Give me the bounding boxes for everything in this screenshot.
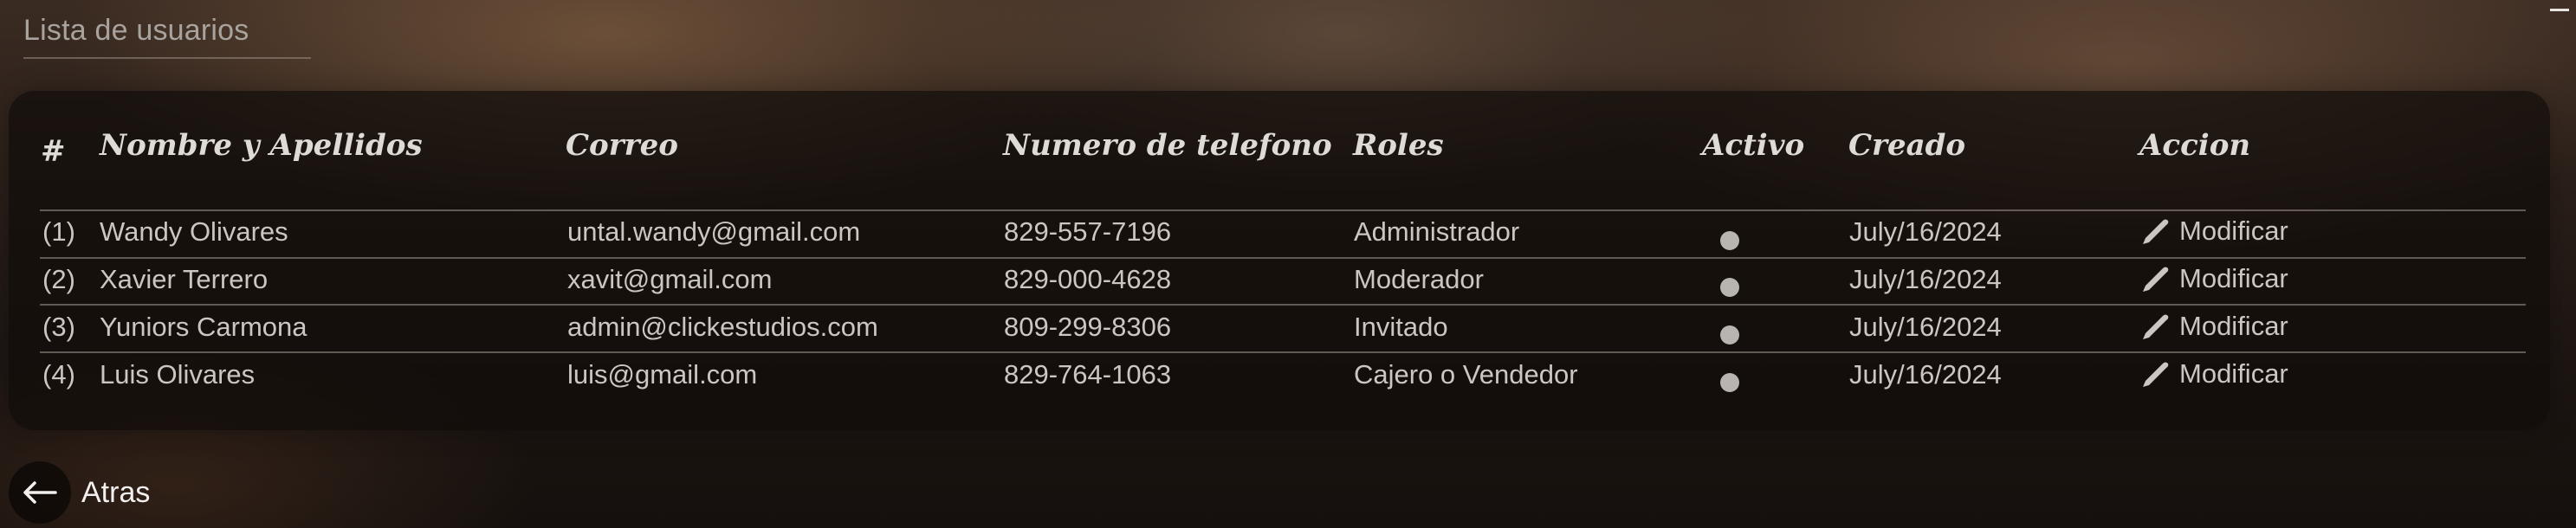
modify-label: Modificar	[2179, 358, 2288, 389]
corner-mark	[2550, 0, 2569, 11]
row-name: Yuniors Carmona	[100, 312, 307, 342]
row-phone: 829-000-4628	[1004, 264, 1172, 294]
row-name: Xavier Terrero	[100, 264, 269, 294]
row-phone: 829-764-1063	[1004, 359, 1172, 390]
row-divider	[40, 351, 2526, 353]
row-email: xavit@gmail.com	[567, 264, 773, 294]
header-action: Accion	[2139, 128, 2251, 163]
page-title-underline: Lista de usuarios	[23, 9, 311, 59]
header-active: Activo	[1702, 128, 1805, 163]
modify-button[interactable]: Modificar	[2139, 309, 2288, 344]
row-email: luis@gmail.com	[567, 359, 758, 390]
users-table-panel: # Nombre y Apellidos Correo Numero de te…	[9, 91, 2550, 430]
active-status-dot	[1720, 325, 1739, 344]
modify-label: Modificar	[2179, 216, 2288, 246]
modify-button[interactable]: Modificar	[2139, 261, 2288, 296]
row-divider	[40, 209, 2526, 211]
back-icon-wrap	[9, 461, 71, 524]
active-status-dot	[1720, 373, 1739, 392]
row-role: Moderador	[1354, 264, 1484, 294]
row-phone: 809-299-8306	[1004, 312, 1172, 342]
arrow-left-icon	[23, 481, 57, 504]
header-name: Nombre y Apellidos	[100, 128, 423, 163]
row-index: (4)	[42, 359, 75, 390]
row-email: admin@clickestudios.com	[567, 312, 878, 342]
back-label: Atras	[81, 475, 151, 509]
row-email: untal.wandy@gmail.com	[567, 216, 861, 247]
pencil-icon	[2143, 314, 2169, 339]
header-index: #	[41, 134, 66, 169]
header-email: Correo	[566, 128, 678, 163]
header-phone: Numero de telefono	[1003, 128, 1332, 163]
header-created: Creado	[1848, 128, 1966, 163]
modify-button[interactable]: Modificar	[2139, 357, 2288, 391]
pencil-icon	[2143, 362, 2169, 387]
modify-button[interactable]: Modificar	[2139, 214, 2288, 248]
modify-label: Modificar	[2179, 311, 2288, 341]
pencil-icon	[2143, 267, 2169, 292]
pencil-icon	[2143, 219, 2169, 244]
row-created: July/16/2024	[1849, 264, 2002, 294]
modify-label: Modificar	[2179, 263, 2288, 293]
row-role: Cajero o Vendedor	[1354, 359, 1578, 390]
row-name: Luis Olivares	[100, 359, 256, 390]
row-name: Wandy Olivares	[100, 216, 288, 247]
row-role: Invitado	[1354, 312, 1448, 342]
back-button[interactable]: Atras	[9, 461, 151, 524]
row-role: Administrador	[1354, 216, 1520, 247]
header-roles: Roles	[1353, 128, 1444, 163]
row-index: (3)	[42, 312, 75, 342]
row-index: (1)	[42, 216, 75, 247]
row-created: July/16/2024	[1849, 312, 2002, 342]
row-created: July/16/2024	[1849, 359, 2002, 390]
active-status-dot	[1720, 231, 1739, 250]
page-title: Lista de usuarios	[23, 14, 249, 47]
row-index: (2)	[42, 264, 75, 294]
row-created: July/16/2024	[1849, 216, 2002, 247]
row-divider	[40, 257, 2526, 259]
active-status-dot	[1720, 278, 1739, 297]
row-phone: 829-557-7196	[1004, 216, 1172, 247]
row-divider	[40, 304, 2526, 306]
